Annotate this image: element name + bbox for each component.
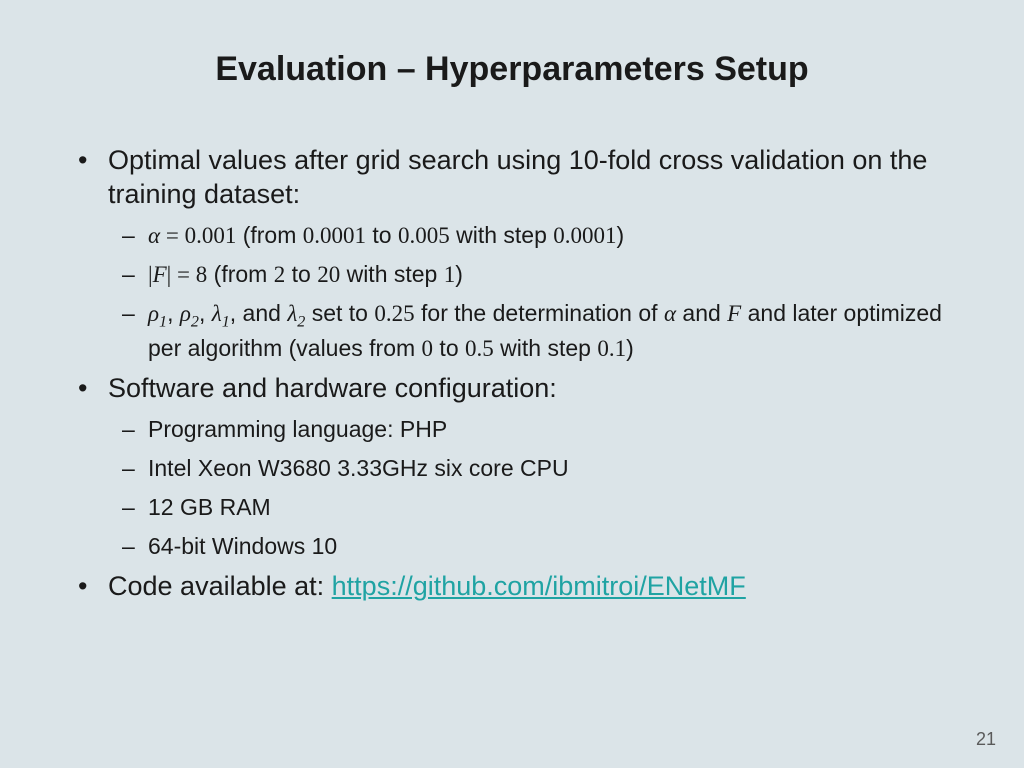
val: 0.001 bbox=[185, 223, 237, 248]
sub-f: |F| = 8 (from 2 to 20 with step 1) bbox=[108, 259, 954, 290]
step: 1 bbox=[444, 262, 456, 287]
eq: = bbox=[160, 223, 184, 248]
txt: and bbox=[676, 300, 727, 326]
sym-f: F bbox=[727, 301, 741, 326]
sym-rho2: ρ2 bbox=[180, 301, 199, 326]
txt: with step bbox=[494, 335, 598, 361]
bullet-text: Software and hardware configuration: bbox=[108, 373, 557, 403]
bullet-text: Optimal values after grid search using 1… bbox=[108, 145, 927, 209]
sym-lambda1: λ1 bbox=[212, 301, 230, 326]
lo: 0 bbox=[422, 336, 434, 361]
txt: , and bbox=[230, 300, 288, 326]
txt: ) bbox=[617, 222, 625, 248]
txt: to bbox=[285, 261, 317, 287]
sym-rho1: ρ1 bbox=[148, 301, 167, 326]
bullet-config: Software and hardware configuration: Pro… bbox=[70, 372, 954, 562]
bullet-list: Optimal values after grid search using 1… bbox=[70, 144, 954, 604]
sub-alpha: α = 0.001 (from 0.0001 to 0.005 with ste… bbox=[108, 220, 954, 251]
txt: (from bbox=[236, 222, 302, 248]
sym-alpha: α bbox=[148, 223, 160, 248]
txt: , bbox=[199, 300, 212, 326]
sym-lambda2: λ2 bbox=[287, 301, 305, 326]
txt: ) bbox=[626, 335, 634, 361]
txt: ) bbox=[455, 261, 463, 287]
sub-list: Programming language: PHP Intel Xeon W36… bbox=[108, 414, 954, 562]
sub-lang: Programming language: PHP bbox=[108, 414, 954, 445]
sub-cpu: Intel Xeon W3680 3.33GHz six core CPU bbox=[108, 453, 954, 484]
bullet-text: Code available at: bbox=[108, 571, 332, 601]
hi: 0.5 bbox=[465, 336, 494, 361]
sub-ram: 12 GB RAM bbox=[108, 492, 954, 523]
sym-f: F bbox=[153, 262, 167, 287]
eq: = bbox=[171, 262, 195, 287]
txt: , bbox=[167, 300, 180, 326]
step: 0.1 bbox=[597, 336, 626, 361]
val: 8 bbox=[196, 262, 208, 287]
sym-alpha: α bbox=[664, 301, 676, 326]
lo: 2 bbox=[274, 262, 286, 287]
hi: 0.005 bbox=[398, 223, 450, 248]
sub-list: α = 0.001 (from 0.0001 to 0.005 with ste… bbox=[108, 220, 954, 364]
val: 0.25 bbox=[374, 301, 414, 326]
txt: to bbox=[366, 222, 398, 248]
bullet-code: Code available at: https://github.com/ib… bbox=[70, 570, 954, 604]
lo: 0.0001 bbox=[303, 223, 366, 248]
txt: set to bbox=[305, 300, 374, 326]
sub-rho-lambda: ρ1, ρ2, λ1, and λ2 set to 0.25 for the d… bbox=[108, 298, 954, 364]
step: 0.0001 bbox=[553, 223, 616, 248]
hi: 20 bbox=[317, 262, 340, 287]
page-number: 21 bbox=[976, 729, 996, 750]
sub-os: 64-bit Windows 10 bbox=[108, 531, 954, 562]
bullet-optimal-values: Optimal values after grid search using 1… bbox=[70, 144, 954, 364]
slide-title: Evaluation – Hyperparameters Setup bbox=[70, 50, 954, 89]
txt: with step bbox=[340, 261, 444, 287]
txt: (from bbox=[207, 261, 273, 287]
code-link[interactable]: https://github.com/ibmitroi/ENetMF bbox=[332, 571, 746, 601]
txt: to bbox=[433, 335, 465, 361]
txt: with step bbox=[450, 222, 554, 248]
txt: for the determination of bbox=[415, 300, 664, 326]
